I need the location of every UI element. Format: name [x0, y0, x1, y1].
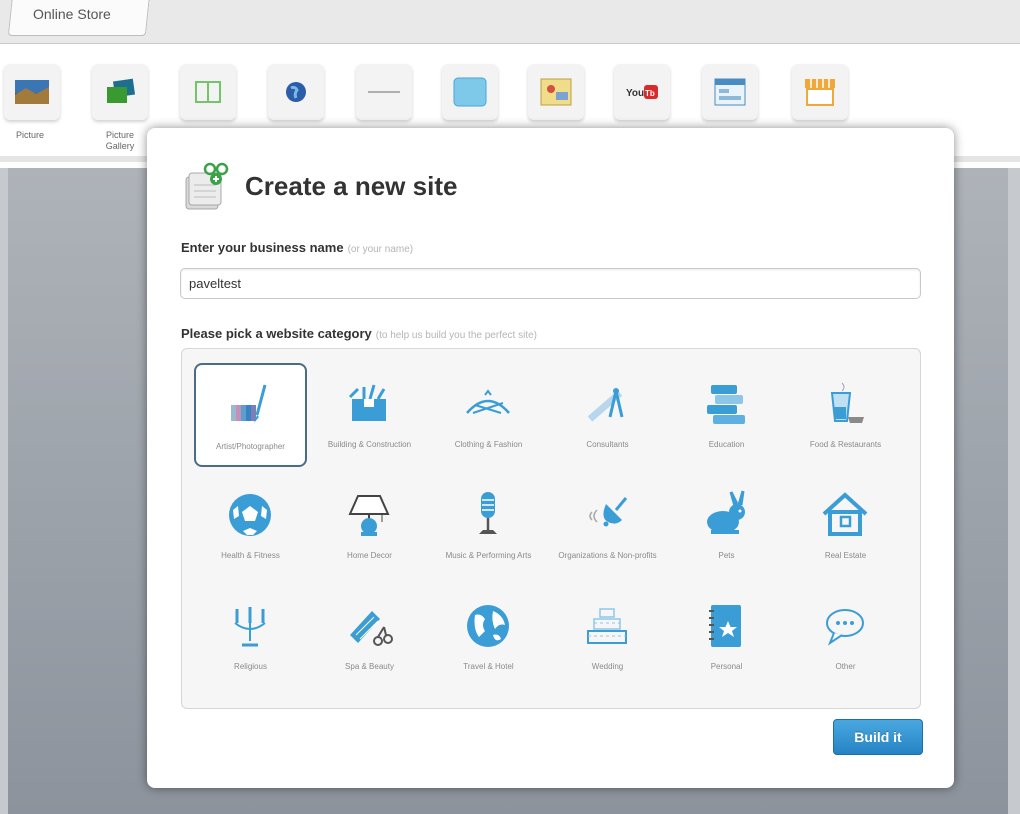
toolbox-icon: [348, 384, 386, 421]
category-health-fitness[interactable]: Health & Fitness: [194, 474, 307, 578]
category-label-wedding: Wedding: [591, 662, 624, 671]
divider-icon: [368, 91, 400, 93]
editor-top-bar: Online Store: [0, 0, 1020, 44]
category-personal[interactable]: Personal: [670, 585, 783, 689]
youtube-icon: You Tb: [626, 85, 658, 99]
box-icon: [453, 77, 487, 107]
create-site-dialog: Create a new site Enter your business na…: [147, 128, 954, 788]
category-artist-photographer[interactable]: Artist/Photographer: [194, 363, 307, 467]
svg-text:Tb: Tb: [645, 89, 655, 98]
category-building-construction[interactable]: Building & Construction: [313, 363, 426, 467]
form-icon: [714, 78, 746, 106]
category-food-restaurants[interactable]: Food & Restaurants: [789, 363, 902, 467]
category-consultants[interactable]: Consultants: [551, 363, 664, 467]
candelabra-icon: [234, 607, 266, 647]
category-religious[interactable]: Religious: [194, 585, 307, 689]
picture-gallery-tool-label: Picture Gallery: [105, 130, 135, 151]
globe-tool[interactable]: [268, 64, 324, 120]
category-label-spa-beauty: Spa & Beauty: [345, 662, 394, 671]
youtube-tool[interactable]: You Tb: [614, 64, 670, 120]
category-label-consultants: Consultants: [586, 440, 629, 449]
map-tool[interactable]: [528, 64, 584, 120]
category-label-clothing-fashion: Clothing & Fashion: [454, 440, 523, 449]
box-tool[interactable]: [442, 64, 498, 120]
gallery-icon: [107, 78, 136, 103]
divider-tool[interactable]: [356, 64, 412, 120]
columns-tool[interactable]: [180, 64, 236, 120]
category-hint: (to help us build you the perfect site): [375, 330, 537, 341]
build-it-button[interactable]: Build it: [833, 719, 923, 755]
svg-text:You: You: [626, 88, 644, 99]
fashion-icon: [466, 389, 510, 414]
picture-tool-label: Picture: [15, 130, 44, 140]
bell-icon: [589, 497, 628, 527]
category-panel: Artist/Photographer Building & Construct…: [181, 348, 921, 709]
picture-tool[interactable]: [4, 64, 60, 120]
globe-icon: [467, 605, 509, 647]
wedding-cake-icon: [587, 608, 627, 644]
globe-icon: [286, 82, 306, 102]
microphone-icon: [479, 492, 497, 534]
picture-icon: [15, 80, 49, 104]
category-label-other: Other: [835, 662, 856, 671]
store-icon: [805, 79, 835, 106]
map-icon: [540, 78, 572, 106]
category-label-religious: Religious: [234, 662, 267, 671]
category-organizations-nonprofits[interactable]: Organizations & Non-profits: [551, 474, 664, 578]
category-clothing-fashion[interactable]: Clothing & Fashion: [432, 363, 545, 467]
category-label-music-performing-arts: Music & Performing Arts: [445, 551, 532, 560]
category-travel-hotel[interactable]: Travel & Hotel: [432, 585, 545, 689]
category-spa-beauty[interactable]: Spa & Beauty: [313, 585, 426, 689]
category-music-performing-arts[interactable]: Music & Performing Arts: [432, 474, 545, 578]
books-icon: [707, 385, 745, 424]
category-real-estate[interactable]: Real Estate: [789, 474, 902, 578]
category-wedding[interactable]: Wedding: [551, 585, 664, 689]
picture-gallery-tool[interactable]: [92, 64, 148, 120]
tab-online-store-label[interactable]: Online Store: [33, 6, 111, 22]
speech-bubble-icon: [826, 609, 864, 646]
notebook-icon: [709, 605, 741, 647]
comb-scissors-icon: [350, 611, 393, 646]
business-name-label-text: Enter your business name: [181, 240, 344, 255]
house-icon: [822, 492, 868, 536]
category-label-organizations-nonprofits: Organizations & Non-profits: [558, 551, 657, 560]
business-name-input[interactable]: [180, 268, 921, 299]
category-label-pets: Pets: [718, 551, 735, 560]
store-tool[interactable]: [792, 64, 848, 120]
dialog-title: Create a new site: [245, 171, 458, 201]
category-label-home-decor: Home Decor: [347, 551, 392, 560]
category-other[interactable]: Other: [789, 585, 902, 689]
business-name-label: Enter your business name (or your name): [181, 240, 413, 255]
category-label-personal: Personal: [710, 662, 743, 671]
category-label-health-fitness: Health & Fitness: [221, 551, 280, 560]
soccer-ball-icon: [229, 494, 271, 536]
palette-icon: [231, 384, 267, 423]
food-icon: [830, 382, 864, 423]
category-label-building-construction: Building & Construction: [327, 440, 412, 449]
compass-icon: [587, 388, 624, 422]
category-grid: Artist/Photographer Building & Construct…: [194, 363, 902, 696]
columns-icon: [195, 81, 221, 103]
category-label: Please pick a website category (to help u…: [181, 326, 537, 341]
category-label-travel-hotel: Travel & Hotel: [463, 662, 514, 671]
form-tool[interactable]: [702, 64, 758, 120]
category-label-food-restaurants: Food & Restaurants: [809, 440, 882, 449]
new-site-icon: [185, 162, 229, 210]
category-education[interactable]: Education: [670, 363, 783, 467]
category-label-artist-photographer: Artist/Photographer: [216, 442, 285, 451]
category-label-text: Please pick a website category: [181, 326, 372, 341]
business-name-hint: (or your name): [347, 244, 414, 255]
rabbit-icon: [707, 490, 745, 534]
category-home-decor[interactable]: Home Decor: [313, 474, 426, 578]
category-label-education: Education: [708, 440, 745, 449]
category-label-real-estate: Real Estate: [824, 551, 867, 560]
category-pets[interactable]: Pets: [670, 474, 783, 578]
lamp-icon: [348, 495, 390, 536]
